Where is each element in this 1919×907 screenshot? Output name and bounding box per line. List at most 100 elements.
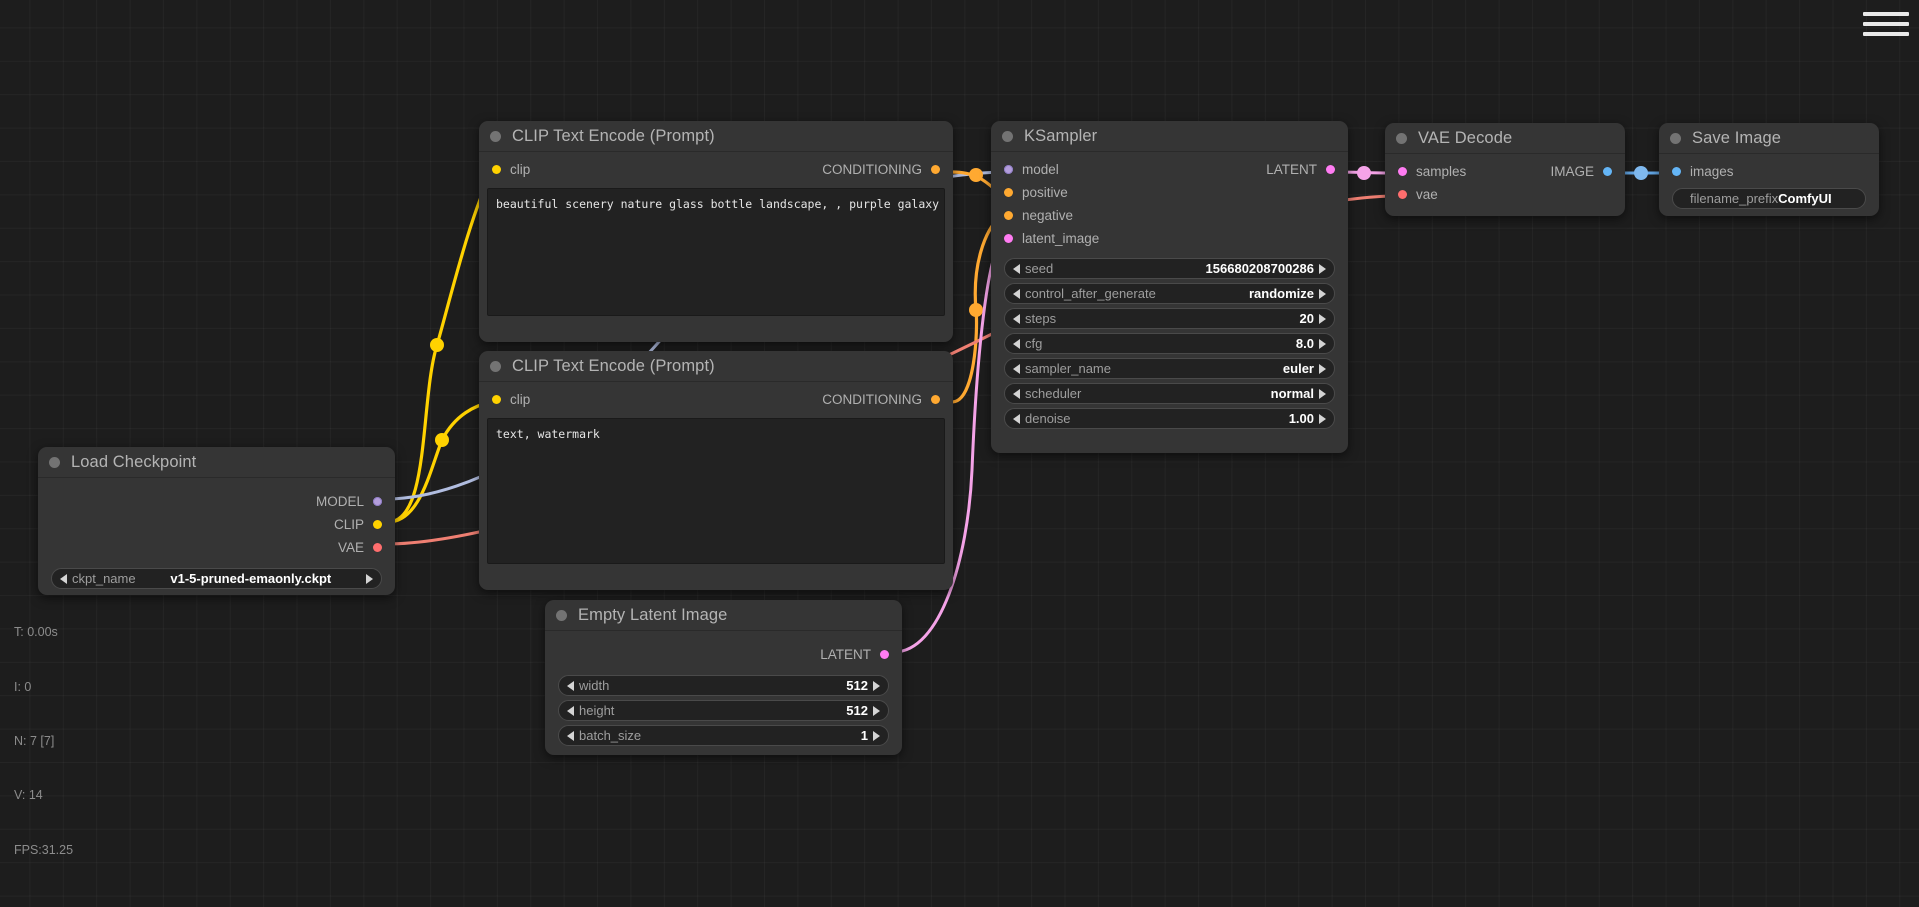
input-slot-model[interactable]: model: [1004, 162, 1059, 177]
prompt-textarea[interactable]: text, watermark: [487, 418, 945, 564]
increment-arrow-icon[interactable]: [1319, 264, 1326, 274]
latent-port-icon[interactable]: [1004, 234, 1013, 243]
increment-arrow-icon[interactable]: [1319, 314, 1326, 324]
decrement-arrow-icon[interactable]: [567, 731, 574, 741]
decrement-arrow-icon[interactable]: [1013, 264, 1020, 274]
input-slot-latent-image[interactable]: latent_image: [1004, 231, 1099, 246]
widget-control-after-generate[interactable]: control_after_generate randomize: [1004, 283, 1335, 304]
node-ksampler[interactable]: KSampler model LATENT positive: [991, 121, 1348, 453]
increment-arrow-icon[interactable]: [1319, 414, 1326, 424]
widget-seed[interactable]: seed 156680208700286: [1004, 258, 1335, 279]
widget-value[interactable]: 1: [861, 728, 868, 743]
node-header[interactable]: Load Checkpoint: [38, 447, 395, 478]
input-slot-samples[interactable]: samples: [1398, 164, 1466, 179]
vae-port-icon[interactable]: [1398, 190, 1407, 199]
input-slot-clip[interactable]: clip: [492, 392, 530, 407]
node-empty-latent-image[interactable]: Empty Latent Image LATENT width 512 heig…: [545, 600, 902, 755]
input-slot-images[interactable]: images: [1672, 164, 1734, 179]
widget-value[interactable]: v1-5-pruned-emaonly.ckpt: [170, 571, 331, 586]
output-slot-latent[interactable]: LATENT: [820, 647, 889, 662]
widget-width[interactable]: width 512: [558, 675, 889, 696]
widget-denoise[interactable]: denoise 1.00: [1004, 408, 1335, 429]
output-slot-conditioning[interactable]: CONDITIONING: [822, 162, 940, 177]
clip-port-icon[interactable]: [373, 520, 382, 529]
collapse-dot-icon[interactable]: [1670, 133, 1681, 144]
node-header[interactable]: CLIP Text Encode (Prompt): [479, 351, 953, 382]
increment-arrow-icon[interactable]: [1319, 364, 1326, 374]
output-slot-image[interactable]: IMAGE: [1550, 164, 1612, 179]
decrement-arrow-icon[interactable]: [60, 574, 67, 584]
widget-value[interactable]: 8.0: [1296, 336, 1314, 351]
latent-port-icon[interactable]: [1326, 165, 1335, 174]
decrement-arrow-icon[interactable]: [1013, 289, 1020, 299]
increment-arrow-icon[interactable]: [1319, 289, 1326, 299]
output-slot-latent[interactable]: LATENT: [1266, 162, 1335, 177]
node-header[interactable]: Empty Latent Image: [545, 600, 902, 631]
decrement-arrow-icon[interactable]: [1013, 364, 1020, 374]
hamburger-menu-icon[interactable]: [1863, 8, 1909, 40]
conditioning-port-icon[interactable]: [1004, 188, 1013, 197]
latent-port-icon[interactable]: [880, 650, 889, 659]
input-slot-vae[interactable]: vae: [1398, 187, 1438, 202]
input-slot-positive[interactable]: positive: [1004, 185, 1068, 200]
prompt-textarea[interactable]: beautiful scenery nature glass bottle la…: [487, 188, 945, 316]
node-clip-text-encode-negative[interactable]: CLIP Text Encode (Prompt) clip CONDITION…: [479, 351, 953, 590]
node-header[interactable]: CLIP Text Encode (Prompt): [479, 121, 953, 152]
increment-arrow-icon[interactable]: [366, 574, 373, 584]
node-load-checkpoint[interactable]: Load Checkpoint MODEL CLIP VAE: [38, 447, 395, 595]
output-slot-model[interactable]: MODEL: [316, 494, 382, 509]
increment-arrow-icon[interactable]: [873, 706, 880, 716]
decrement-arrow-icon[interactable]: [1013, 314, 1020, 324]
collapse-dot-icon[interactable]: [49, 457, 60, 468]
input-slot-clip[interactable]: clip: [492, 162, 530, 177]
widget-value[interactable]: 1.00: [1289, 411, 1314, 426]
conditioning-port-icon[interactable]: [931, 165, 940, 174]
latent-port-icon[interactable]: [1398, 167, 1407, 176]
decrement-arrow-icon[interactable]: [1013, 414, 1020, 424]
clip-port-icon[interactable]: [492, 395, 501, 404]
input-slot-negative[interactable]: negative: [1004, 208, 1073, 223]
node-save-image[interactable]: Save Image images filename_prefix ComfyU…: [1659, 123, 1879, 216]
collapse-dot-icon[interactable]: [556, 610, 567, 621]
widget-ckpt-name[interactable]: ckpt_name v1-5-pruned-emaonly.ckpt: [51, 568, 382, 589]
output-slot-vae[interactable]: VAE: [338, 540, 382, 555]
graph-canvas[interactable]: CLIP Text Encode (Prompt) clip CONDITION…: [0, 0, 1919, 907]
widget-value[interactable]: 20: [1300, 311, 1314, 326]
node-vae-decode[interactable]: VAE Decode samples IMAGE vae: [1385, 123, 1625, 216]
node-header[interactable]: KSampler: [991, 121, 1348, 152]
increment-arrow-icon[interactable]: [873, 731, 880, 741]
widget-filename-prefix[interactable]: filename_prefix ComfyUI: [1672, 188, 1866, 209]
output-slot-clip[interactable]: CLIP: [334, 517, 382, 532]
node-clip-text-encode-positive[interactable]: CLIP Text Encode (Prompt) clip CONDITION…: [479, 121, 953, 342]
node-header[interactable]: Save Image: [1659, 123, 1879, 154]
model-port-icon[interactable]: [1004, 165, 1013, 174]
decrement-arrow-icon[interactable]: [1013, 389, 1020, 399]
collapse-dot-icon[interactable]: [490, 131, 501, 142]
decrement-arrow-icon[interactable]: [567, 706, 574, 716]
collapse-dot-icon[interactable]: [1396, 133, 1407, 144]
collapse-dot-icon[interactable]: [490, 361, 501, 372]
decrement-arrow-icon[interactable]: [567, 681, 574, 691]
node-header[interactable]: VAE Decode: [1385, 123, 1625, 154]
model-port-icon[interactable]: [373, 497, 382, 506]
increment-arrow-icon[interactable]: [1319, 339, 1326, 349]
widget-cfg[interactable]: cfg 8.0: [1004, 333, 1335, 354]
clip-port-icon[interactable]: [492, 165, 501, 174]
widget-value[interactable]: randomize: [1249, 286, 1314, 301]
conditioning-port-icon[interactable]: [1004, 211, 1013, 220]
output-slot-conditioning[interactable]: CONDITIONING: [822, 392, 940, 407]
widget-batch-size[interactable]: batch_size 1: [558, 725, 889, 746]
increment-arrow-icon[interactable]: [873, 681, 880, 691]
widget-value[interactable]: normal: [1271, 386, 1314, 401]
widget-value[interactable]: 512: [846, 703, 868, 718]
widget-value[interactable]: ComfyUI: [1778, 191, 1831, 206]
conditioning-port-icon[interactable]: [931, 395, 940, 404]
widget-scheduler[interactable]: scheduler normal: [1004, 383, 1335, 404]
vae-port-icon[interactable]: [373, 543, 382, 552]
increment-arrow-icon[interactable]: [1319, 389, 1326, 399]
decrement-arrow-icon[interactable]: [1013, 339, 1020, 349]
widget-steps[interactable]: steps 20: [1004, 308, 1335, 329]
widget-value[interactable]: 156680208700286: [1206, 261, 1314, 276]
image-port-icon[interactable]: [1603, 167, 1612, 176]
widget-sampler-name[interactable]: sampler_name euler: [1004, 358, 1335, 379]
